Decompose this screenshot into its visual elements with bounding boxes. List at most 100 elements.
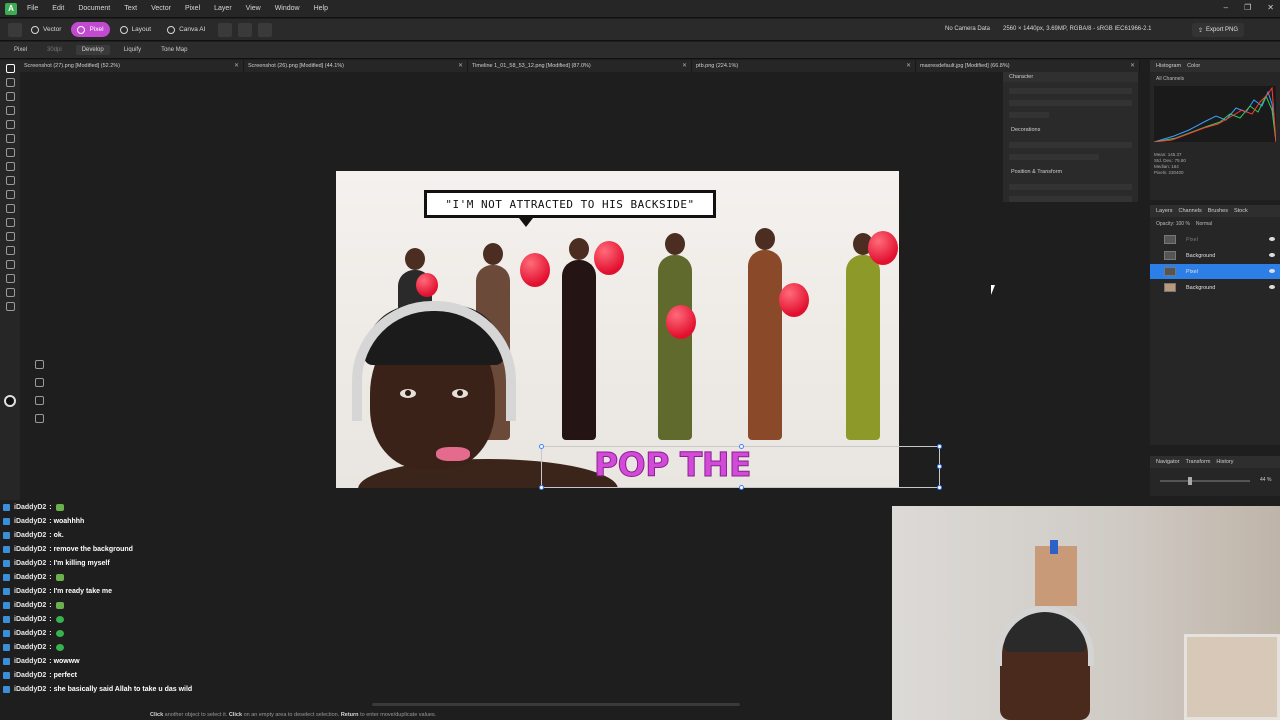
menu-pixel[interactable]: Pixel [185, 5, 200, 12]
menu-view[interactable]: View [246, 5, 261, 12]
eraser-tool-icon[interactable] [5, 148, 15, 157]
context-dpi: 30dpi [47, 47, 62, 53]
menu-document[interactable]: Document [78, 5, 110, 12]
tab-history[interactable]: History [1216, 459, 1233, 465]
tab-histogram[interactable]: Histogram [1156, 63, 1181, 69]
menu-layer[interactable]: Layer [214, 5, 232, 12]
layer-row-selected[interactable]: Pixel [1150, 264, 1280, 279]
layer-row[interactable]: Background [1150, 280, 1280, 295]
tab-transform[interactable]: Transform [1186, 459, 1211, 465]
close-icon[interactable]: ✕ [1267, 3, 1274, 12]
visibility-icon[interactable] [1269, 285, 1275, 289]
persona-canva-ai[interactable]: Canva AI [161, 22, 211, 37]
resize-handle[interactable] [937, 444, 942, 449]
persona-pixel[interactable]: Pixel [71, 22, 110, 37]
chat-message: iDaddyD2: woahhhh [0, 514, 560, 528]
opacity-control[interactable]: Opacity: 100 % [1156, 221, 1190, 227]
selection-tool-icon[interactable] [5, 92, 15, 101]
close-tab-icon[interactable]: ✕ [682, 62, 687, 69]
tab-document-3[interactable]: Timeline 1_01_58_53_12.png [Modified] (8… [468, 60, 692, 72]
badge-icon [3, 531, 10, 539]
selection-box[interactable] [539, 444, 942, 490]
resize-handle[interactable] [937, 464, 942, 469]
canvas-image[interactable]: "I'M NOT ATTRACTED TO HIS BACKSIDE" POP … [336, 171, 899, 488]
resize-handle[interactable] [739, 444, 744, 449]
channels-select[interactable]: All Channels [1150, 72, 1280, 86]
more-options-icon[interactable] [218, 22, 233, 37]
mesh-icon[interactable] [35, 414, 44, 423]
tab-color[interactable]: Color [1187, 63, 1200, 69]
close-tab-icon[interactable]: ✕ [1130, 62, 1135, 69]
blend-mode-select[interactable]: Normal [1196, 221, 1212, 227]
menu-edit[interactable]: Edit [52, 5, 64, 12]
persona-vector[interactable]: Vector [25, 22, 67, 37]
selection-brush-icon[interactable] [35, 360, 44, 369]
maximize-icon[interactable]: ❐ [1244, 3, 1251, 12]
visibility-icon[interactable] [1269, 253, 1275, 257]
zoom-slider[interactable] [1160, 477, 1250, 485]
view-tool-icon[interactable] [5, 78, 15, 87]
blur-tool-icon[interactable] [5, 218, 15, 227]
crop-tool-icon[interactable] [5, 274, 15, 283]
menu-file[interactable]: File [27, 5, 38, 12]
minimize-icon[interactable]: – [1224, 3, 1228, 12]
pen-tool-icon[interactable] [5, 232, 15, 241]
tab-brushes[interactable]: Brushes [1208, 208, 1228, 214]
histogram-chart [1154, 86, 1276, 142]
tab-stock[interactable]: Stock [1234, 208, 1248, 214]
layer-row[interactable]: Pixel [1150, 232, 1280, 247]
text-tool-icon[interactable] [5, 260, 15, 269]
tab-layers[interactable]: Layers [1156, 208, 1173, 214]
layer-row[interactable]: Background [1150, 248, 1280, 263]
tab-channels[interactable]: Channels [1179, 208, 1202, 214]
export-png-button[interactable]: ⇪ Export PNG [1192, 23, 1245, 37]
develop-button[interactable]: Develop [75, 45, 110, 55]
chat-message: iDaddyD2: [0, 640, 560, 654]
menu-vector[interactable]: Vector [151, 5, 171, 12]
persona-layout[interactable]: Layout [114, 22, 158, 37]
chat-message: iDaddyD2: perfect [0, 668, 560, 682]
clone-tool-icon[interactable] [5, 190, 15, 199]
fill-tool-icon[interactable] [5, 162, 15, 171]
transform-icon[interactable] [35, 378, 44, 387]
resize-handle[interactable] [539, 444, 544, 449]
marquee-tool-icon[interactable] [5, 106, 15, 115]
brush-tool-icon[interactable] [5, 120, 15, 129]
home-icon[interactable] [8, 22, 22, 37]
close-tab-icon[interactable]: ✕ [906, 62, 911, 69]
pencil-tool-icon[interactable] [5, 134, 15, 143]
color-swatch[interactable] [4, 395, 16, 407]
layer-thumbnail [1164, 251, 1176, 260]
badge-icon [3, 503, 10, 511]
snapping-icon[interactable] [238, 22, 253, 37]
grid-icon[interactable] [258, 22, 273, 37]
tab-document-5[interactable]: maxresdefault.jpg [Modified] (66.8%) ✕ [916, 60, 1140, 72]
warp-icon[interactable] [35, 396, 44, 405]
resize-handle[interactable] [539, 485, 544, 490]
decorations-label[interactable]: Decorations [1003, 124, 1138, 136]
visibility-icon[interactable] [1269, 269, 1275, 273]
position-transform-label[interactable]: Position & Transform [1003, 166, 1138, 178]
zoom-slider-knob[interactable] [1188, 477, 1192, 485]
visibility-icon[interactable] [1269, 237, 1275, 241]
menu-window[interactable]: Window [275, 5, 300, 12]
shape-tool-icon[interactable] [5, 246, 15, 255]
tab-document-1[interactable]: Screenshot (27).png [Modified] (52.2%) ✕ [20, 60, 244, 72]
close-tab-icon[interactable]: ✕ [234, 62, 239, 69]
tab-navigator[interactable]: Navigator [1156, 459, 1180, 465]
menu-text[interactable]: Text [124, 5, 137, 12]
hand-tool-icon[interactable] [5, 288, 15, 297]
tab-document-4[interactable]: ptb.png (224.1%) ✕ [692, 60, 916, 72]
tab-document-2[interactable]: Screenshot (26).png [Modified] (44.1%) ✕ [244, 60, 468, 72]
close-tab-icon[interactable]: ✕ [458, 62, 463, 69]
resize-handle[interactable] [937, 485, 942, 490]
horizontal-scrollbar[interactable] [372, 703, 740, 706]
zoom-tool-icon[interactable] [5, 302, 15, 311]
resize-handle[interactable] [739, 485, 744, 490]
tone-map-button[interactable]: Tone Map [155, 45, 193, 55]
gradient-tool-icon[interactable] [5, 176, 15, 185]
move-tool-icon[interactable] [5, 64, 15, 73]
liquify-button[interactable]: Liquify [118, 45, 147, 55]
dodge-tool-icon[interactable] [5, 204, 15, 213]
menu-help[interactable]: Help [314, 5, 328, 12]
